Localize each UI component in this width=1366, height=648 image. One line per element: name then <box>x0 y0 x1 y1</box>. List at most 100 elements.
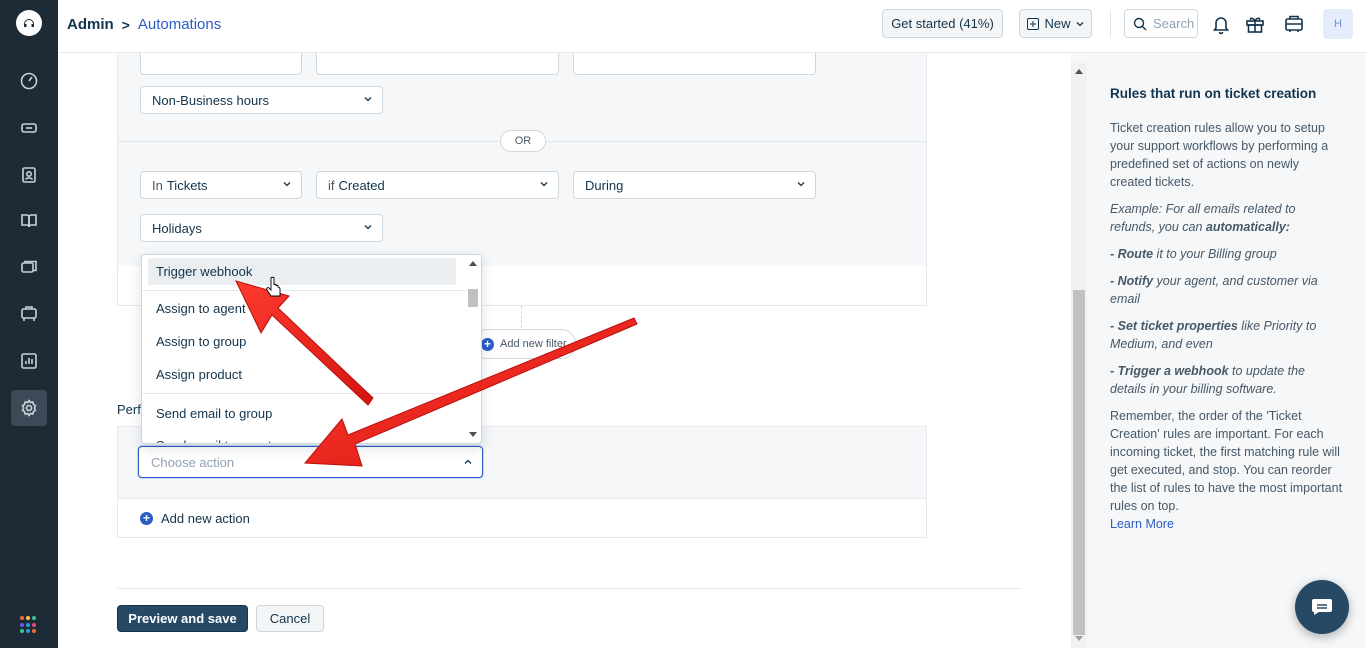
forums-icon[interactable] <box>11 250 47 286</box>
menu-item-send-email-to-group[interactable]: Send email to group <box>148 400 456 427</box>
search-icon <box>1133 17 1147 30</box>
chat-widget-button[interactable] <box>1295 580 1349 634</box>
in-value: Tickets <box>166 177 208 193</box>
menu-divider <box>142 290 465 291</box>
chevron-up-icon <box>464 459 472 464</box>
cut-off-if-created-select[interactable] <box>316 53 559 75</box>
menu-divider <box>142 393 465 394</box>
help-title: Rules that run on ticket creation <box>1110 86 1317 101</box>
menu-item-assign-product[interactable]: Assign product <box>148 361 456 388</box>
search-placeholder: Search <box>1153 16 1195 31</box>
bullet-notify-bold: Notify <box>1117 274 1154 288</box>
menu-item-assign-to-group[interactable]: Assign to group <box>148 328 456 355</box>
add-filter-label: Add new filter <box>500 338 567 350</box>
knowledge-base-icon[interactable] <box>11 203 47 239</box>
contacts-icon[interactable] <box>11 157 47 193</box>
plus-square-icon <box>1027 17 1040 30</box>
add-new-action-button[interactable]: + Add new action <box>117 499 927 538</box>
help-bullet-route: - Route it to your Billing group <box>1110 245 1344 263</box>
dashboard-icon[interactable] <box>11 63 47 99</box>
get-started-button[interactable]: Get started (41%) <box>882 9 1003 38</box>
switch-product-icon[interactable] <box>1283 13 1305 35</box>
select-value: Non-Business hours <box>152 92 270 108</box>
page-scrollbar[interactable] <box>1071 63 1087 648</box>
chevron-down-icon <box>283 182 291 187</box>
learn-more-link[interactable]: Learn More <box>1110 517 1174 531</box>
footer-divider <box>117 588 1020 589</box>
freshdesk-logo-icon[interactable] <box>16 10 42 36</box>
apps-grid-icon[interactable] <box>20 616 38 634</box>
menu-item-trigger-webhook[interactable]: Trigger webhook <box>148 258 456 285</box>
holidays-value: Holidays <box>152 220 202 236</box>
scroll-down-icon <box>1075 636 1083 641</box>
connector-line <box>521 306 522 328</box>
during-select[interactable]: During <box>573 171 816 199</box>
help-order-note: Remember, the order of the 'Ticket Creat… <box>1110 409 1343 513</box>
scroll-up-icon <box>1075 69 1083 74</box>
new-button-label: New <box>1044 16 1071 31</box>
chevron-down-icon <box>1076 21 1083 26</box>
user-avatar[interactable]: H <box>1323 9 1353 39</box>
holidays-select[interactable]: Holidays <box>140 214 383 242</box>
bullet-dash: - <box>1110 247 1118 261</box>
action-dropdown-menu: Trigger webhook Assign to agent Assign t… <box>141 254 482 444</box>
bullet-dash: - <box>1110 319 1118 333</box>
bullet-properties-bold: Set ticket properties <box>1117 319 1238 333</box>
tickets-icon[interactable] <box>11 110 47 146</box>
bullet-dash: - <box>1110 274 1118 288</box>
search-input[interactable]: Search <box>1124 9 1198 38</box>
if-created-select[interactable]: if Created <box>316 171 559 199</box>
dropdown-scrollbar[interactable] <box>465 255 481 443</box>
bullet-webhook-bold: Trigger a webhook <box>1117 364 1229 378</box>
chevron-down-icon <box>797 182 805 187</box>
left-nav <box>0 0 58 648</box>
dropdown-scroll-thumb[interactable] <box>468 289 478 307</box>
chevron-down-icon <box>364 225 372 230</box>
cancel-button[interactable]: Cancel <box>256 605 324 632</box>
choose-action-placeholder: Choose action <box>151 454 235 470</box>
in-prefix: In <box>152 177 163 193</box>
non-business-hours-select[interactable]: Non-Business hours <box>140 86 383 114</box>
header-divider <box>1110 11 1111 37</box>
cut-off-in-tickets-select[interactable] <box>140 53 302 75</box>
chat-icon <box>1312 599 1332 615</box>
groups-icon[interactable] <box>11 296 47 332</box>
help-bullet-properties: - Set ticket properties like Priority to… <box>1110 317 1344 353</box>
menu-item-assign-to-agent[interactable]: Assign to agent <box>148 295 456 322</box>
add-new-filter-button[interactable]: + Add new filter <box>472 329 576 359</box>
scroll-up-icon <box>469 261 477 266</box>
bullet-route-bold: Route <box>1117 247 1154 261</box>
help-example-bold: automatically: <box>1205 220 1290 234</box>
chevron-down-icon <box>540 182 548 187</box>
plus-circle-icon: + <box>481 337 494 351</box>
if-prefix: if <box>328 177 335 193</box>
cut-off-during-select[interactable] <box>573 53 816 75</box>
perform-actions-label: Perf <box>117 402 141 417</box>
plus-circle-icon: + <box>140 511 153 525</box>
gift-icon[interactable] <box>1244 13 1266 35</box>
new-button[interactable]: New <box>1019 9 1092 38</box>
choose-action-select[interactable]: Choose action <box>138 446 483 478</box>
help-intro: Ticket creation rules allow you to setup… <box>1110 121 1329 189</box>
chevron-down-icon <box>364 97 372 102</box>
top-header: Admin > Automations Get started (41%) Ne… <box>58 0 1366 53</box>
add-action-label: Add new action <box>161 510 250 526</box>
in-tickets-select[interactable]: In Tickets <box>140 171 302 199</box>
help-bullet-webhook: - Trigger a webhook to update the detail… <box>1110 362 1344 398</box>
help-example: Example: For all emails related to refun… <box>1110 200 1344 236</box>
scroll-down-icon <box>469 432 477 437</box>
help-bullet-notify: - Notify your agent, and customer via em… <box>1110 272 1344 308</box>
breadcrumb-admin[interactable]: Admin <box>67 16 114 33</box>
breadcrumb-automations[interactable]: Automations <box>138 16 221 33</box>
breadcrumb: Admin > Automations <box>67 16 221 33</box>
breadcrumb-separator: > <box>121 16 130 33</box>
bullet-dash: - <box>1110 364 1118 378</box>
notifications-bell-icon[interactable] <box>1210 13 1232 35</box>
reports-icon[interactable] <box>11 343 47 379</box>
page-scroll-thumb[interactable] <box>1073 290 1085 635</box>
or-separator: OR <box>500 130 546 152</box>
admin-settings-icon[interactable] <box>11 390 47 426</box>
during-value: During <box>585 177 624 193</box>
preview-and-save-button[interactable]: Preview and save <box>117 605 248 632</box>
menu-item-send-email-to-agent[interactable]: Send email to agent <box>148 432 456 443</box>
